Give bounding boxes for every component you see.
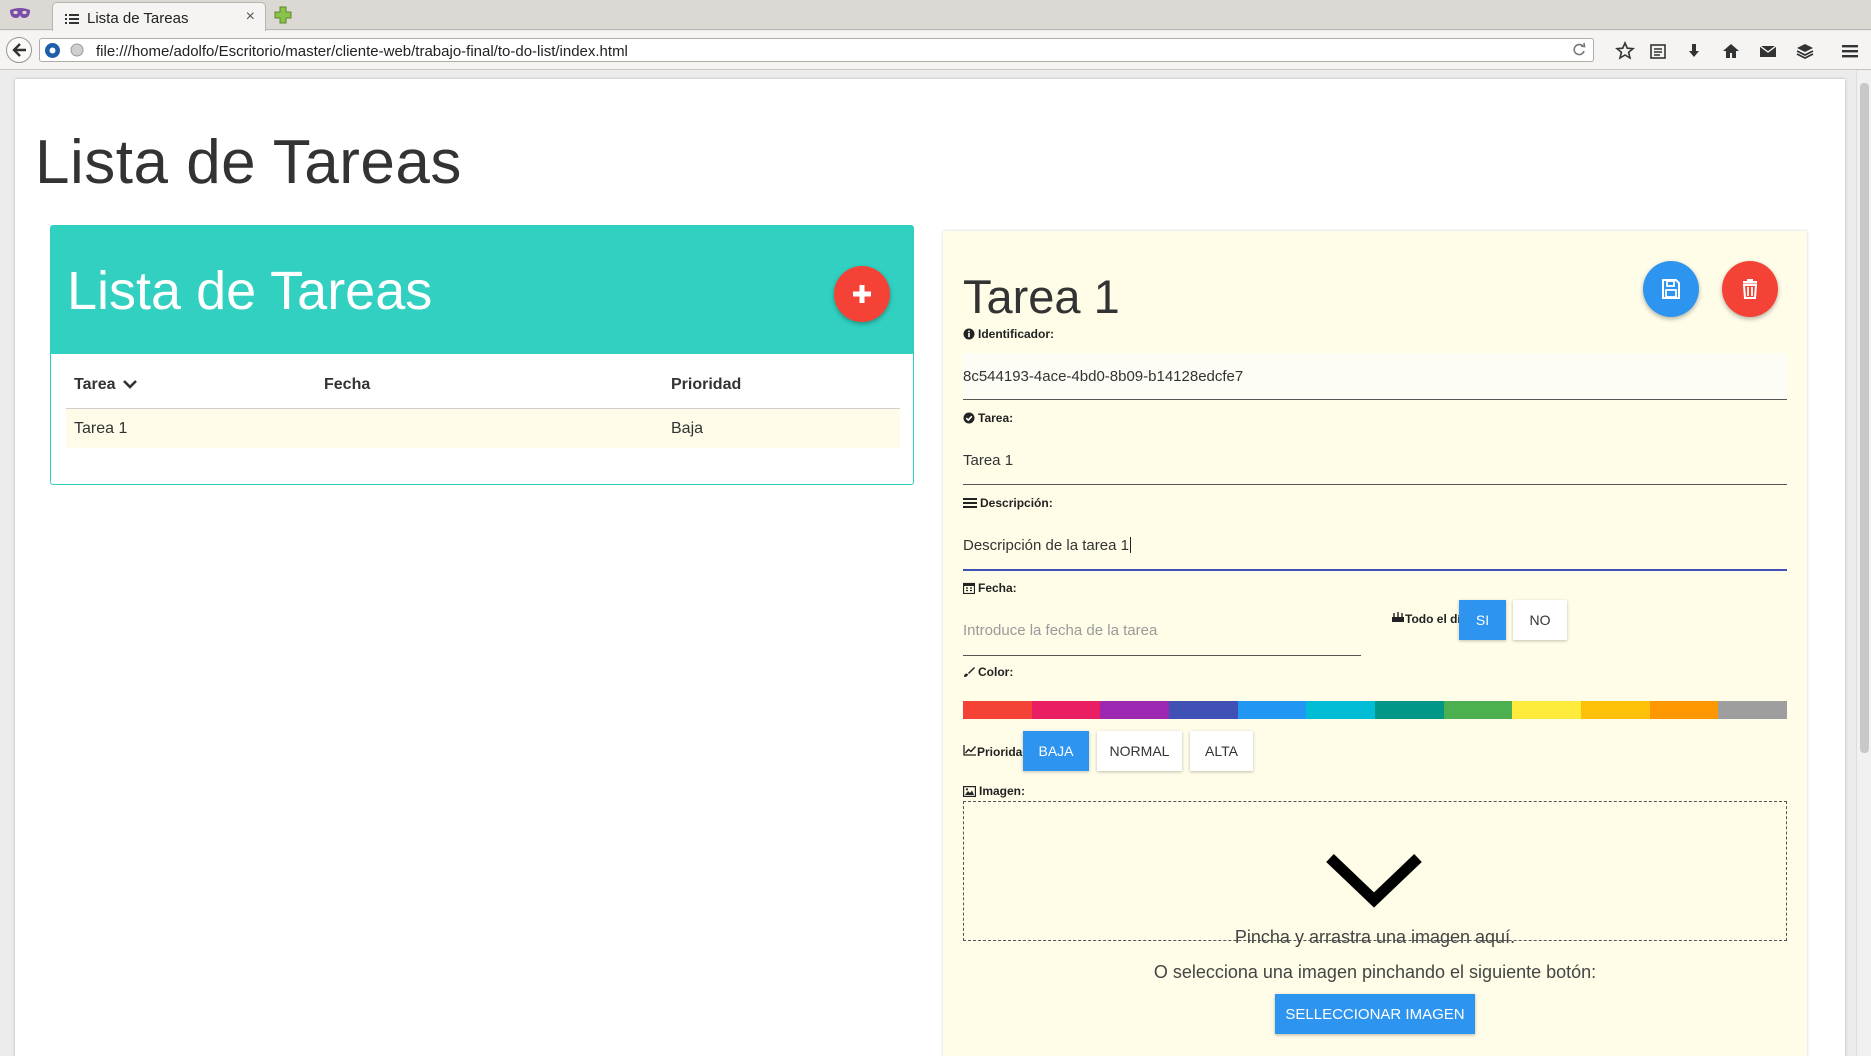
color-swatch-purple[interactable] [1100, 701, 1170, 719]
task-detail-card: Tarea 1 Identificador: 8c544193-4ace-4bd… [943, 231, 1807, 1056]
download-icon[interactable] [1684, 41, 1704, 61]
task-underline [963, 484, 1787, 485]
picture-icon [963, 786, 977, 798]
cell-tarea: Tarea 1 [74, 420, 128, 437]
color-palette [963, 701, 1788, 719]
browser-nav-bar: file:///home/adolfo/Escritorio/master/cl… [0, 31, 1871, 70]
chevron-down-icon [1326, 854, 1422, 908]
mask-icon[interactable] [8, 4, 32, 24]
reading-list-icon[interactable] [1648, 41, 1668, 61]
id-underline [963, 399, 1787, 400]
site-identity-icon[interactable] [44, 42, 61, 59]
description-label: Descripción: [963, 496, 1053, 510]
star-icon[interactable] [1614, 41, 1636, 61]
date-label: Fecha: [962, 581, 1017, 595]
table-row[interactable]: Tarea 1 Baja [66, 409, 900, 448]
priority-alta-button[interactable]: ALTA [1190, 731, 1253, 771]
add-task-button[interactable] [834, 266, 890, 322]
id-value: 8c544193-4ace-4bd0-8b09-b14128edcfe7 [963, 368, 1244, 385]
all-day-yes-button[interactable]: SI [1459, 600, 1506, 640]
page-scrollbar[interactable] [1856, 71, 1871, 1056]
url-bar[interactable]: file:///home/adolfo/Escritorio/master/cl… [39, 38, 1594, 62]
info-icon [963, 328, 975, 340]
cell-prioridad: Baja [671, 420, 704, 437]
color-swatch-cyan[interactable] [1306, 701, 1376, 719]
plus-icon [853, 285, 871, 303]
detail-title: Tarea 1 [963, 270, 1120, 323]
color-swatch-pink[interactable] [1031, 701, 1101, 719]
page-viewport: Lista de Tareas Lista de Tareas Tarea Fe… [0, 71, 1871, 1056]
color-label: Color: [963, 665, 1013, 679]
menu-icon[interactable] [1840, 41, 1860, 61]
color-swatch-grey[interactable] [1718, 701, 1788, 719]
column-header-prioridad[interactable]: Prioridad [671, 376, 741, 394]
dropzone-select-text: O selecciona una imagen pinchando el sig… [1153, 962, 1597, 982]
browser-tab-active[interactable]: Lista de Tareas × [52, 2, 266, 31]
column-header-tarea[interactable]: Tarea [74, 376, 137, 394]
check-circle-icon [963, 412, 975, 424]
trash-icon [1742, 279, 1758, 299]
date-underline [963, 655, 1361, 656]
color-swatch-amber[interactable] [1581, 701, 1650, 719]
tab-title: Lista de Tareas [87, 10, 189, 27]
paint-brush-icon [964, 667, 975, 677]
birthday-cake-icon [1392, 612, 1404, 622]
task-list-title: Lista de Tareas [67, 261, 433, 321]
arrow-left-icon [12, 43, 26, 57]
line-chart-icon [963, 745, 977, 756]
priority-baja-button[interactable]: BAJA [1023, 731, 1089, 771]
list-icon [65, 12, 79, 24]
page-title: Lista de Tareas [35, 128, 462, 197]
mail-icon[interactable] [1758, 41, 1778, 61]
image-label: Imagen: [963, 784, 1025, 798]
task-label: Tarea: [963, 411, 1013, 425]
calendar-icon [962, 582, 976, 595]
save-button[interactable] [1643, 261, 1699, 317]
task-list-header: Lista de Tareas [51, 226, 913, 354]
text-cursor [1129, 537, 1131, 553]
new-tab-icon[interactable] [274, 6, 292, 24]
task-input[interactable]: Tarea 1 [963, 452, 1013, 469]
home-icon[interactable] [1721, 41, 1741, 61]
color-swatch-indigo[interactable] [1169, 701, 1238, 719]
dropzone-drag-text: Pincha y arrastra una imagen aquí. [1234, 927, 1516, 947]
floppy-disk-icon [1662, 279, 1680, 299]
all-day-no-button[interactable]: NO [1513, 600, 1567, 640]
image-dropzone[interactable]: Pincha y arrastra una imagen aquí. O sel… [963, 801, 1787, 1034]
align-justify-icon [963, 498, 977, 508]
color-swatch-teal[interactable] [1375, 701, 1444, 719]
task-list-card: Lista de Tareas Tarea Fecha Prioridad Ta… [50, 225, 914, 485]
color-swatch-red[interactable] [963, 701, 1032, 719]
browser-tab-bar: Lista de Tareas × [0, 0, 1871, 31]
delete-button[interactable] [1722, 261, 1778, 317]
page-icon [70, 43, 84, 57]
description-underline [963, 569, 1787, 571]
description-input[interactable]: Descripción de la tarea 1 [963, 537, 1131, 554]
color-swatch-yellow[interactable] [1512, 701, 1582, 719]
page-container: Lista de Tareas Lista de Tareas Tarea Fe… [15, 79, 1845, 1056]
pocket-icon[interactable] [1795, 41, 1815, 61]
url-text[interactable]: file:///home/adolfo/Escritorio/master/cl… [96, 43, 628, 60]
chevron-down-icon [123, 380, 137, 389]
tab-close-icon[interactable]: × [246, 8, 255, 26]
select-image-button[interactable]: SELLECCIONAR IMAGEN [1275, 994, 1475, 1034]
scrollbar-thumb[interactable] [1860, 83, 1869, 753]
back-button[interactable] [6, 37, 32, 63]
priority-normal-button[interactable]: NORMAL [1097, 731, 1182, 771]
color-swatch-blue[interactable] [1237, 701, 1307, 719]
date-input[interactable]: Introduce la fecha de la tarea [963, 622, 1157, 639]
reload-icon[interactable] [1571, 42, 1587, 58]
column-header-fecha[interactable]: Fecha [324, 376, 370, 394]
color-swatch-orange[interactable] [1649, 701, 1719, 719]
id-label: Identificador: [963, 327, 1054, 341]
color-swatch-green[interactable] [1443, 701, 1513, 719]
